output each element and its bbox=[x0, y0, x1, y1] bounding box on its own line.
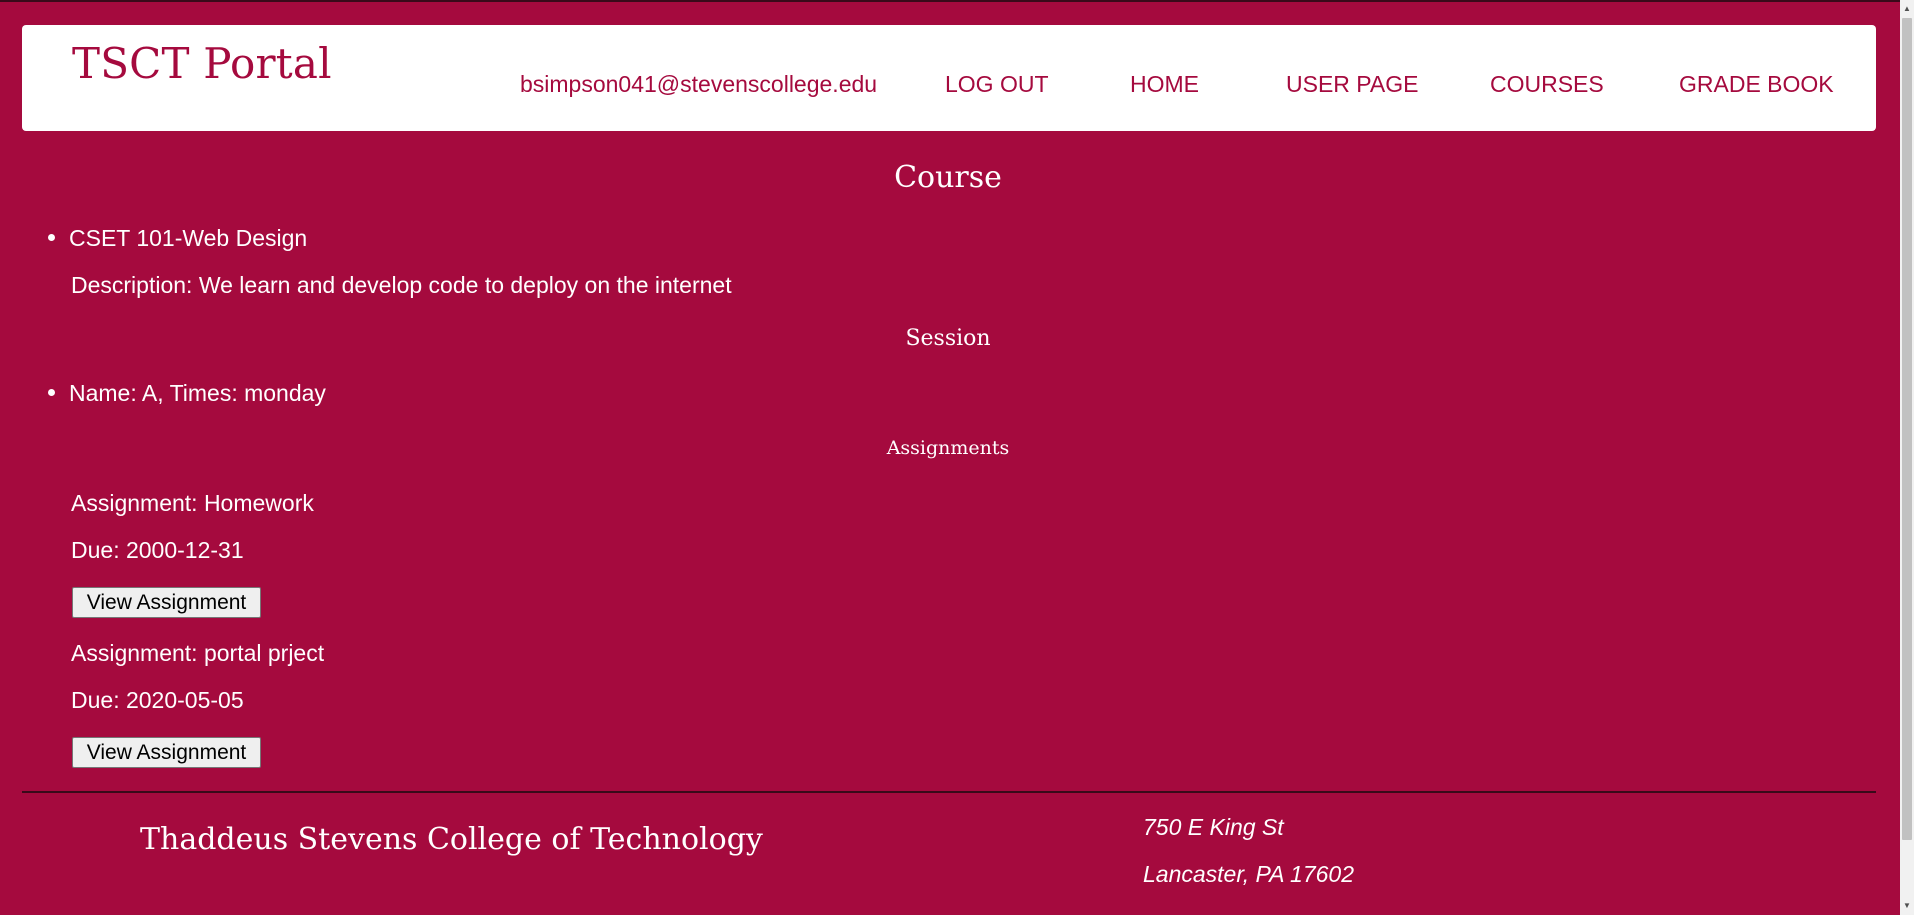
session-info: Name: A, Times: monday bbox=[69, 380, 326, 406]
assignments-heading: Assignments bbox=[886, 437, 1010, 459]
site-header: TSCT Portal bsimpson041@stevenscollege.e… bbox=[22, 25, 1876, 131]
course-list-item: CSET 101-Web Design bbox=[48, 225, 307, 252]
nav-home-link[interactable]: HOME bbox=[1130, 71, 1199, 98]
scroll-up-arrow-icon[interactable]: ▲ bbox=[1900, 2, 1914, 16]
footer-address-street: 750 E King St bbox=[1143, 814, 1284, 840]
session-list-item: Name: A, Times: monday bbox=[48, 380, 326, 407]
course-heading: Course bbox=[894, 160, 1002, 195]
footer-divider bbox=[22, 791, 1876, 793]
bullet-icon bbox=[48, 389, 55, 397]
assignment-name: Assignment: Homework bbox=[71, 490, 314, 516]
view-assignment-button[interactable]: View Assignment bbox=[72, 737, 261, 768]
session-heading: Session bbox=[905, 326, 991, 351]
view-assignment-button[interactable]: View Assignment bbox=[72, 587, 261, 618]
assignment-name: Assignment: portal prject bbox=[71, 640, 325, 666]
bullet-icon bbox=[48, 234, 55, 242]
vertical-scrollbar[interactable]: ▲ ▼ bbox=[1900, 0, 1914, 915]
course-description: Description: We learn and develop code t… bbox=[71, 272, 732, 298]
site-brand[interactable]: TSCT Portal bbox=[72, 39, 332, 88]
page-viewport: TSCT Portal bsimpson041@stevenscollege.e… bbox=[0, 0, 1900, 915]
course-name: CSET 101-Web Design bbox=[69, 225, 308, 251]
assignment-due-date: Due: 2000-12-31 bbox=[71, 537, 244, 563]
nav-logout-link[interactable]: LOG OUT bbox=[945, 71, 1049, 98]
nav-user-page-link[interactable]: USER PAGE bbox=[1286, 71, 1419, 98]
assignment-due-date: Due: 2020-05-05 bbox=[71, 687, 244, 713]
scrollbar-thumb[interactable] bbox=[1902, 18, 1912, 840]
nav-grade-book-link[interactable]: GRADE BOOK bbox=[1679, 71, 1834, 98]
nav-user-email[interactable]: bsimpson041@stevenscollege.edu bbox=[520, 71, 877, 98]
scroll-down-arrow-icon[interactable]: ▼ bbox=[1900, 899, 1914, 913]
nav-courses-link[interactable]: COURSES bbox=[1490, 71, 1604, 98]
footer-address-city: Lancaster, PA 17602 bbox=[1143, 861, 1354, 887]
footer-college-name: Thaddeus Stevens College of Technology bbox=[140, 822, 763, 857]
